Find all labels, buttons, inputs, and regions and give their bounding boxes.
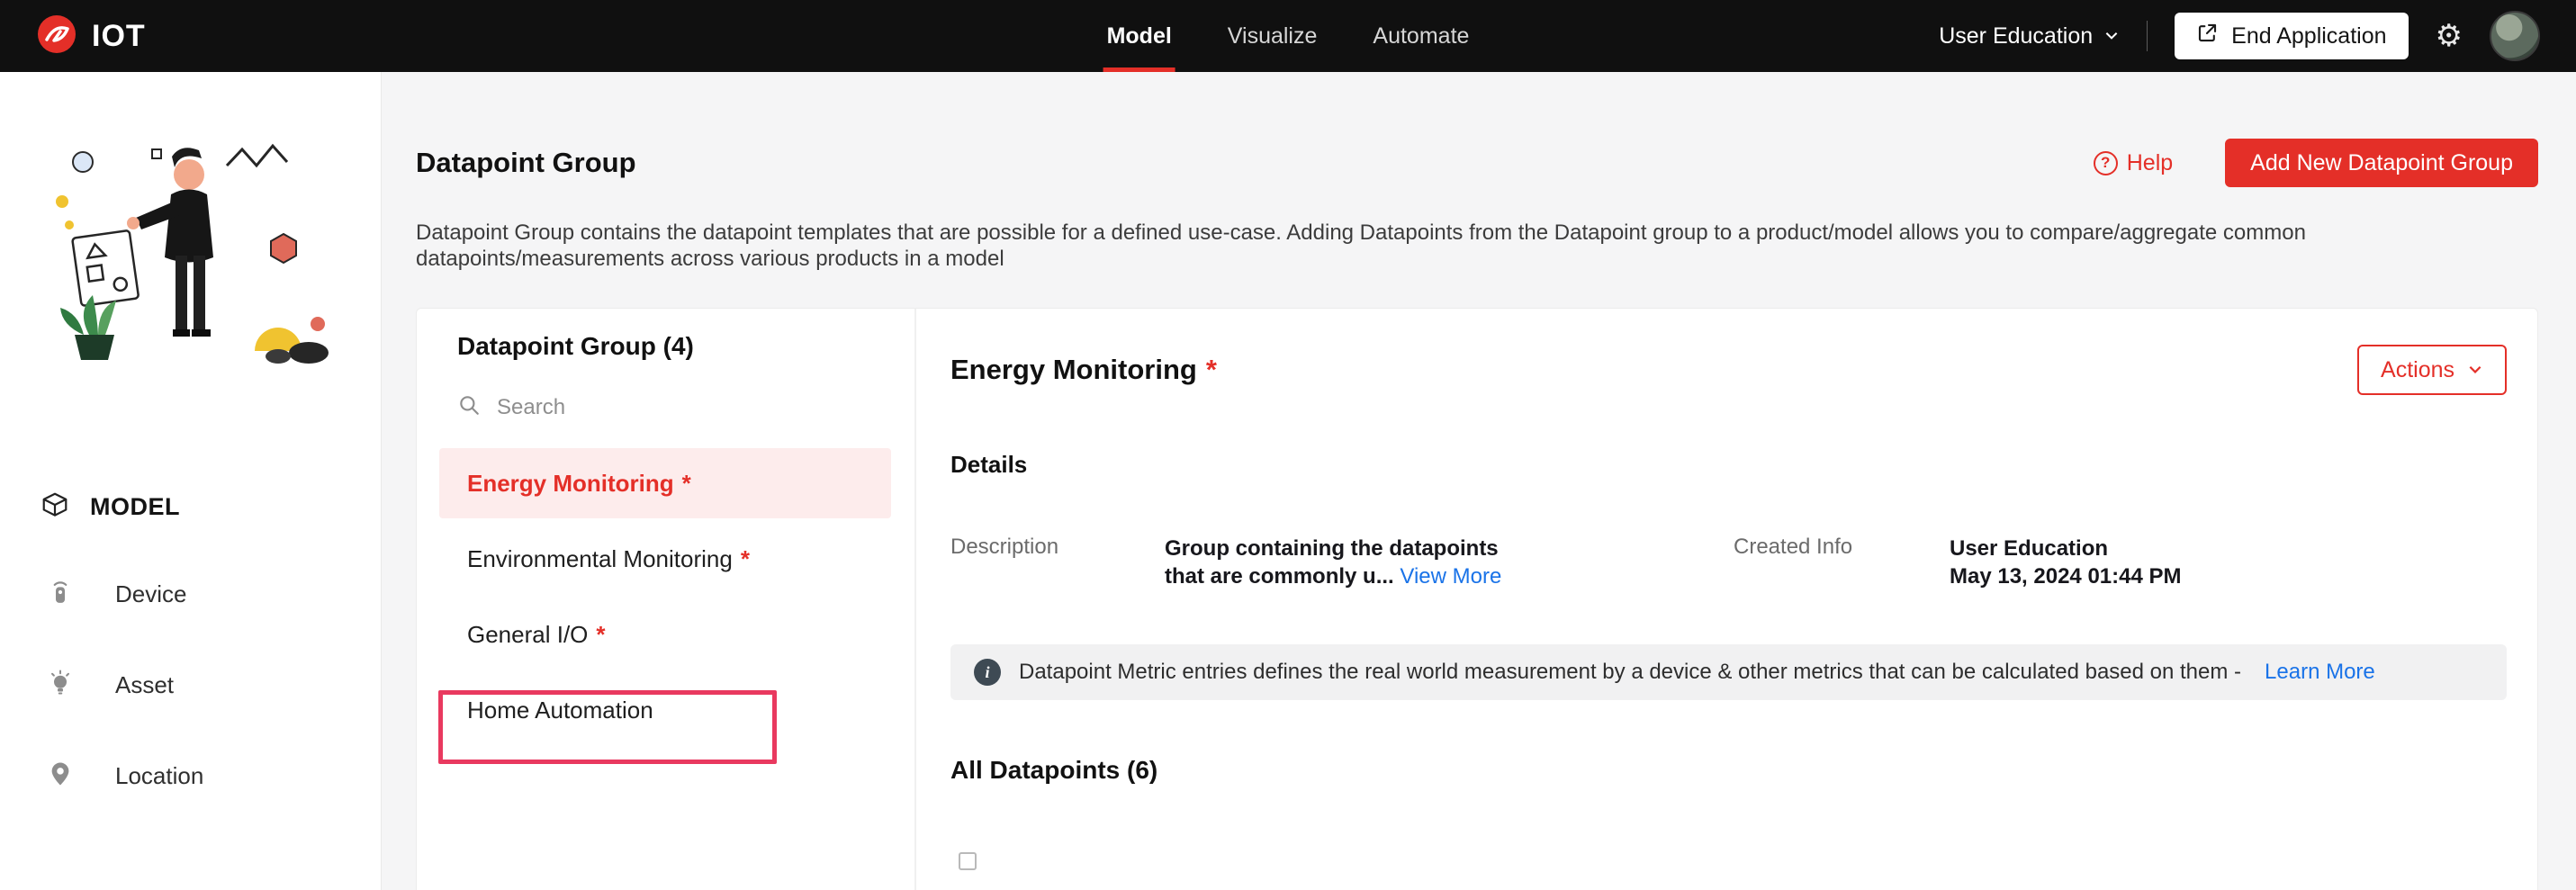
sidebar-item-asset-label: Asset [115, 671, 175, 698]
info-icon: i [974, 659, 1001, 686]
group-items: Energy Monitoring * Environmental Monito… [417, 448, 914, 745]
main-nav: Model Visualize Automate [1103, 0, 1469, 72]
external-link-icon [2196, 22, 2219, 50]
datapoints-table-header-partial [959, 852, 977, 870]
gear-icon[interactable]: ⚙ [2436, 21, 2463, 51]
brand[interactable]: IOT [36, 13, 146, 59]
group-details-pane: Energy Monitoring * Actions Details Desc… [916, 309, 2537, 890]
created-info-value: User Education May 13, 2024 01:44 PM [1950, 535, 2182, 590]
actions-button[interactable]: Actions [2357, 345, 2507, 395]
sidebar-item-location[interactable]: Location [0, 742, 381, 810]
sidebar-menu: MODEL Device Asset Location [0, 477, 381, 810]
user-menu-label: User Education [1939, 22, 2094, 49]
search-box [457, 393, 914, 421]
required-star: * [1205, 354, 1217, 385]
help-label: Help [2126, 149, 2174, 175]
sidebar-item-location-label: Location [115, 762, 204, 789]
location-icon [47, 760, 74, 792]
navbar-separator [2147, 21, 2148, 51]
search-input[interactable] [495, 393, 787, 421]
created-by: User Education [1950, 536, 2109, 561]
details-header: Energy Monitoring * Actions [950, 345, 2507, 395]
navbar-right: User Education End Application ⚙ [1939, 11, 2540, 61]
sidebar-item-model-label: MODEL [90, 493, 180, 520]
avatar[interactable] [2490, 11, 2540, 61]
sidebar-item-device[interactable]: Device [0, 561, 381, 628]
required-star: * [740, 544, 750, 572]
details-title: Energy Monitoring * [950, 354, 1217, 385]
group-item-environmental-monitoring[interactable]: Environmental Monitoring * [439, 524, 891, 594]
page-header: Datapoint Group ? Help Add New Datapoint… [416, 139, 2538, 187]
brand-name: IOT [92, 18, 146, 53]
created-info-label: Created Info [1734, 535, 1853, 559]
learn-more-link[interactable]: Learn More [2265, 660, 2375, 685]
chevron-down-icon [2103, 23, 2120, 49]
group-list-pane: Datapoint Group (4) Energy Monitoring * … [417, 309, 916, 890]
description-value: Group containing the datapoints that are… [1165, 536, 1502, 589]
iot-logo-icon [36, 13, 77, 59]
app-root: IOT Model Visualize Automate User Educat… [0, 0, 2576, 890]
device-icon [47, 579, 74, 610]
details-section-title: Details [950, 451, 1028, 478]
help-link[interactable]: ? Help [2093, 149, 2174, 176]
datapoint-group-card: Datapoint Group (4) Energy Monitoring * … [416, 308, 2538, 890]
group-list-title: Datapoint Group (4) [457, 332, 694, 360]
group-item-general-io[interactable]: General I/O * [439, 599, 891, 670]
nav-item-model[interactable]: Model [1103, 0, 1176, 72]
nav-item-visualize[interactable]: Visualize [1228, 0, 1318, 72]
details-grid: Description Group containing the datapoi… [950, 535, 2507, 590]
sidebar-item-device-label: Device [115, 580, 187, 607]
description-label: Description [950, 535, 1059, 559]
sidebar: MODEL Device Asset Location [0, 72, 382, 890]
required-star: * [596, 620, 606, 648]
asset-icon [47, 670, 74, 701]
sidebar-illustration [42, 119, 339, 389]
sidebar-item-asset[interactable]: Asset [0, 652, 381, 719]
info-banner: i Datapoint Metric entries defines the r… [950, 644, 2507, 700]
group-item-energy-monitoring[interactable]: Energy Monitoring * [439, 448, 891, 518]
created-info-block: Created Info User Education May 13, 2024… [1734, 535, 2182, 590]
top-navbar: IOT Model Visualize Automate User Educat… [0, 0, 2576, 72]
created-at: May 13, 2024 01:44 PM [1950, 564, 2182, 589]
chevron-down-icon [2467, 357, 2483, 383]
end-application-label: End Application [2231, 22, 2387, 49]
sidebar-item-model[interactable]: MODEL [0, 477, 381, 537]
group-item-home-automation[interactable]: Home Automation [439, 675, 891, 745]
main-content: Datapoint Group ? Help Add New Datapoint… [382, 72, 2576, 890]
nav-item-automate[interactable]: Automate [1373, 0, 1469, 72]
required-star: * [681, 469, 691, 497]
add-new-datapoint-group-button[interactable]: Add New Datapoint Group [2225, 139, 2538, 187]
select-all-checkbox[interactable] [959, 852, 977, 870]
end-application-button[interactable]: End Application [2175, 13, 2409, 59]
all-datapoints-title: All Datapoints (6) [950, 756, 1158, 784]
model-icon [40, 491, 70, 523]
help-icon: ? [2093, 150, 2118, 175]
page-description: Datapoint Group contains the datapoint t… [416, 220, 2306, 271]
page-title: Datapoint Group [416, 147, 636, 178]
user-menu[interactable]: User Education [1939, 23, 2120, 49]
search-icon [457, 393, 481, 421]
info-banner-text: Datapoint Metric entries defines the rea… [1019, 660, 2242, 684]
view-more-link[interactable]: View More [1400, 564, 1501, 589]
